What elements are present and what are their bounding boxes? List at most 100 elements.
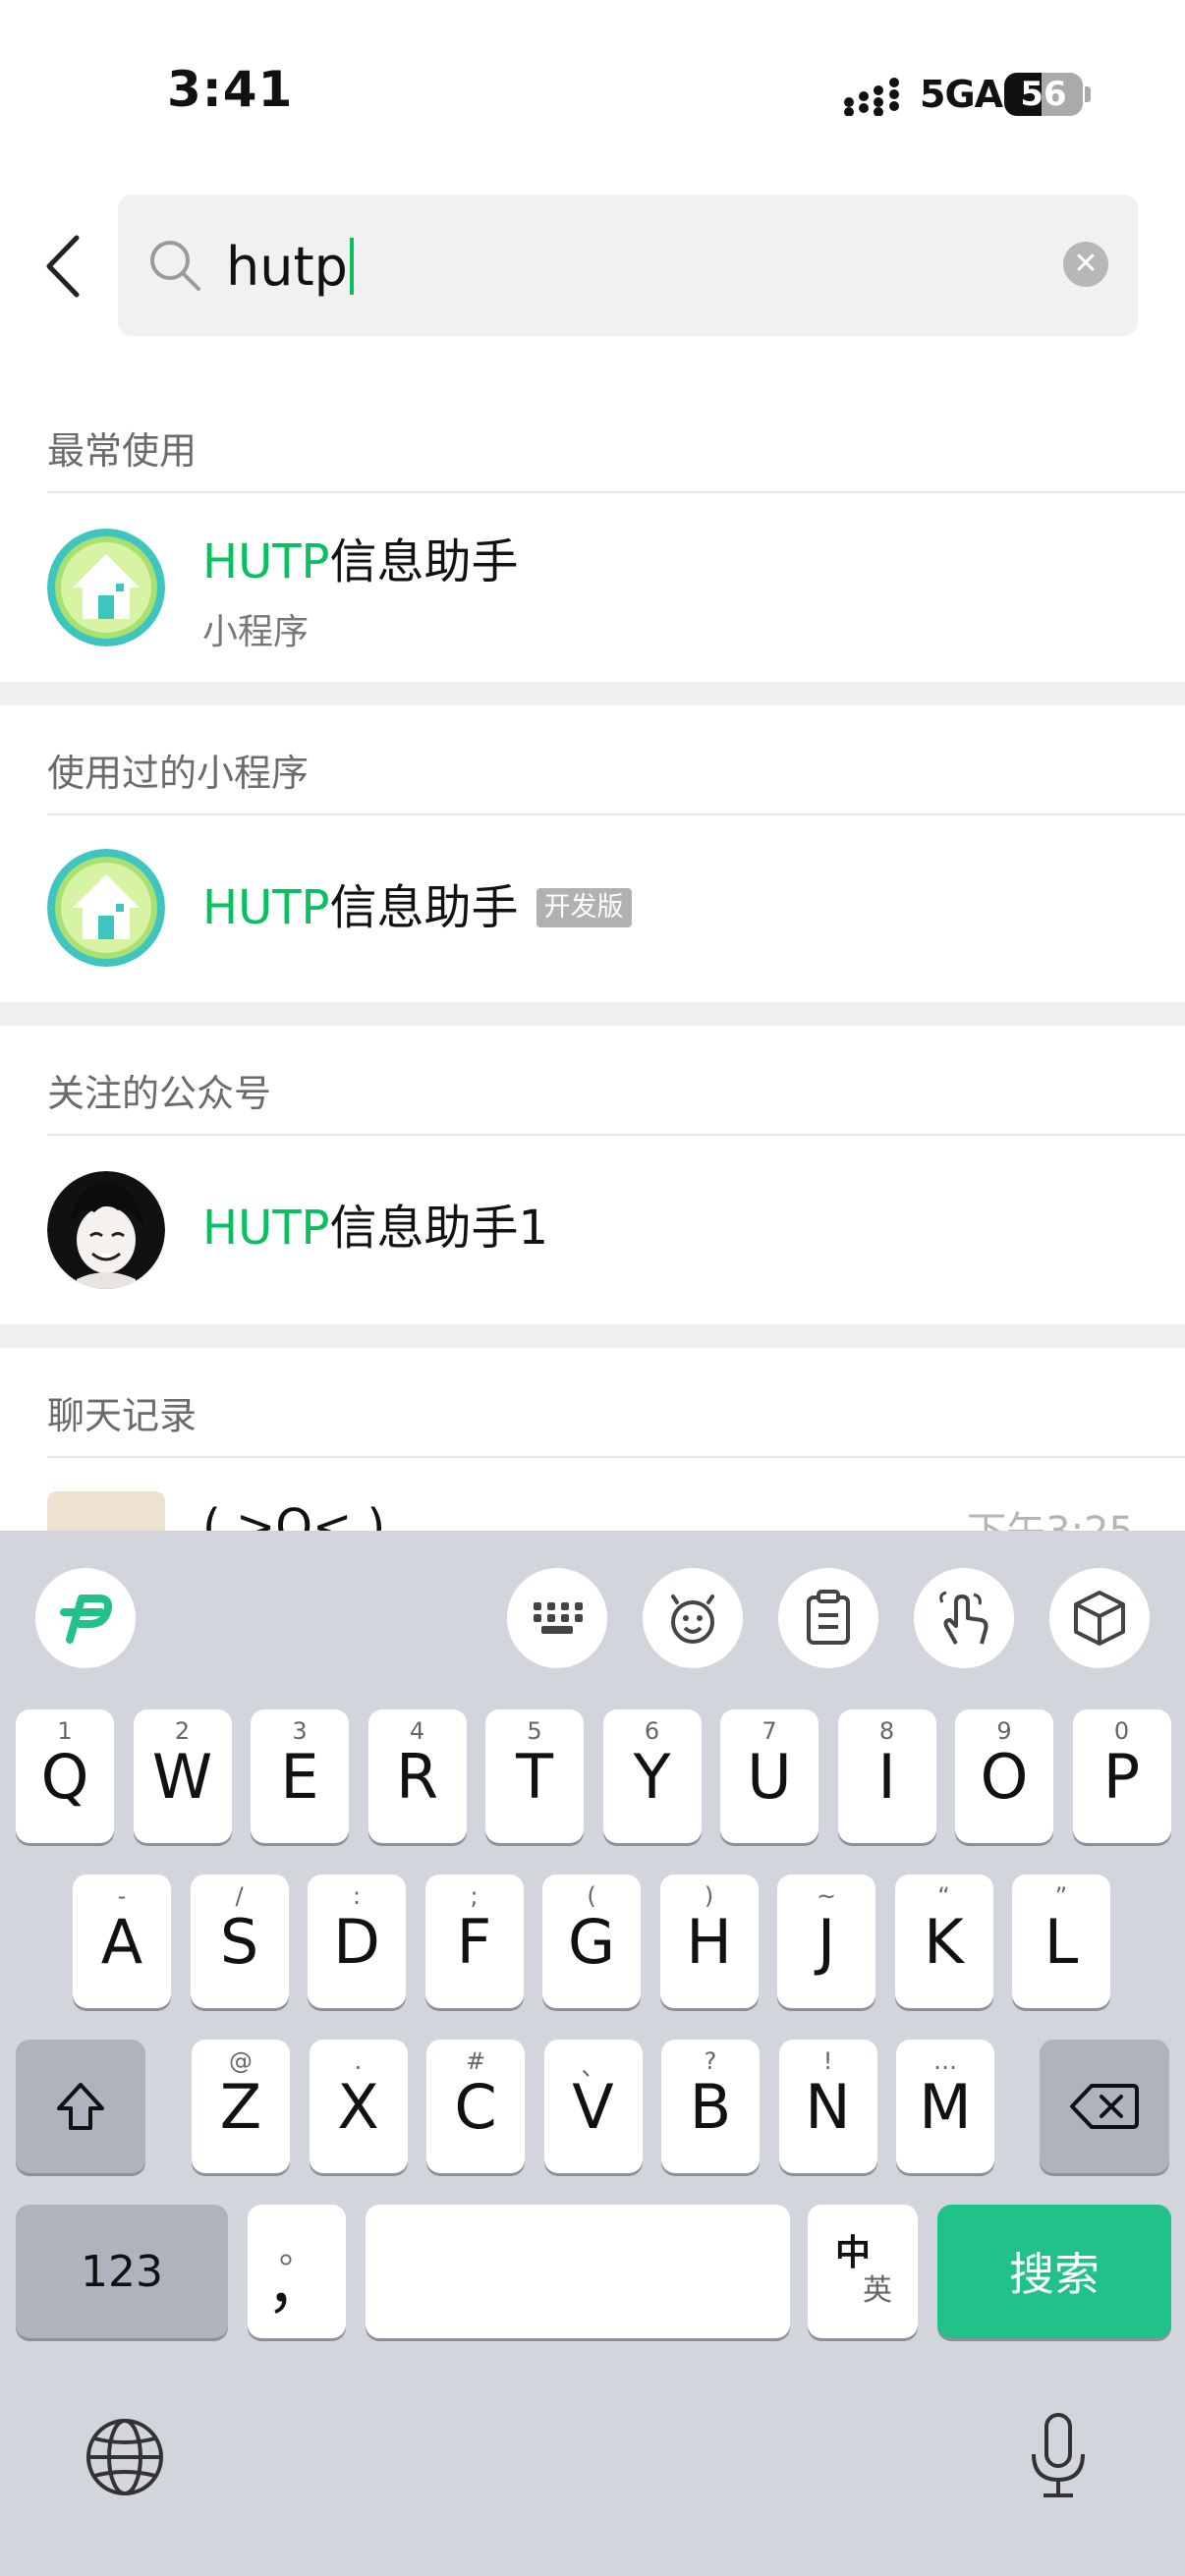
result-name: HUTP信息助手 开发版 bbox=[202, 878, 632, 937]
anime-avatar bbox=[47, 1171, 165, 1289]
numbers-key[interactable]: 123 bbox=[16, 2205, 228, 2338]
key-x[interactable]: .X bbox=[309, 2040, 408, 2173]
key-t[interactable]: 5T bbox=[485, 1709, 584, 1843]
name-rest: 信息助手1 bbox=[329, 1201, 549, 1256]
key-j[interactable]: ~ J bbox=[777, 1875, 875, 2008]
space-key[interactable] bbox=[366, 2205, 790, 2338]
key-label: J bbox=[817, 1905, 836, 1978]
key-sub-label: 、 bbox=[581, 2053, 605, 2081]
key-label: Q bbox=[40, 1740, 89, 1813]
result-miniprogram-hutp[interactable]: HUTP信息助手 开发版 bbox=[0, 815, 1185, 1000]
key-d[interactable]: :D bbox=[308, 1875, 406, 2008]
key-u[interactable]: 7U bbox=[720, 1709, 818, 1843]
microphone-icon[interactable] bbox=[1028, 2411, 1089, 2501]
search-send-key[interactable]: 搜索 bbox=[937, 2205, 1171, 2338]
keyboard-icon[interactable] bbox=[507, 1568, 607, 1668]
chat-time: 下午3:25 bbox=[967, 1499, 1134, 1531]
key-label: W bbox=[151, 1740, 213, 1813]
key-b[interactable]: ? B bbox=[661, 2040, 760, 2173]
key-h[interactable]: ) H bbox=[659, 1875, 759, 2008]
key-sub-label: 4 bbox=[409, 1717, 425, 1745]
key-label: B bbox=[689, 2070, 732, 2143]
key-s[interactable]: / S bbox=[190, 1875, 289, 2008]
search-send-label: 搜索 bbox=[1009, 2248, 1100, 2301]
clear-x-icon[interactable]: ✕ bbox=[1063, 242, 1108, 287]
key-label: O bbox=[980, 1740, 1029, 1813]
key-sub-label: # bbox=[465, 2047, 486, 2075]
key-y[interactable]: 6Y bbox=[602, 1709, 702, 1843]
key-e[interactable]: 3E bbox=[251, 1709, 349, 1843]
key-sub-label: 0 bbox=[1113, 1717, 1130, 1745]
key-i[interactable]: 8I bbox=[837, 1709, 936, 1843]
key-n[interactable]: ! N bbox=[778, 2040, 877, 2173]
key-sub-label: ) bbox=[704, 1882, 714, 1910]
chat-name: (.>Q<.) bbox=[202, 1499, 386, 1531]
dev-version-tag: 开发版 bbox=[536, 888, 632, 927]
key-sub-label: ” bbox=[1054, 1882, 1068, 1910]
key-label: I bbox=[877, 1740, 896, 1813]
key-l[interactable]: ” L bbox=[1012, 1875, 1110, 2008]
cube-icon[interactable] bbox=[1049, 1568, 1150, 1668]
key-label: Y bbox=[633, 1740, 671, 1813]
key-label: M bbox=[919, 2070, 972, 2143]
section-title-used-miniprograms: 使用过的小程序 bbox=[47, 752, 310, 795]
key-label: K bbox=[924, 1905, 964, 1978]
key-sub-label: 6 bbox=[644, 1717, 660, 1745]
key-sub-label: “ bbox=[937, 1882, 950, 1910]
key-g[interactable]: (G bbox=[542, 1875, 641, 2008]
key-sub-label: : bbox=[352, 1882, 362, 1910]
result-subtitle: 小程序 bbox=[202, 612, 310, 652]
result-chat-record[interactable]: (.>Q<.) 下午3:25 bbox=[0, 1458, 1185, 1531]
house-mini-program-icon bbox=[47, 529, 165, 646]
key-label: U bbox=[747, 1740, 792, 1813]
section-gap bbox=[0, 1002, 1185, 1026]
key-label: D bbox=[333, 1905, 380, 1978]
chevron-left-icon[interactable] bbox=[43, 232, 83, 301]
key-label: T bbox=[516, 1740, 553, 1813]
key-sub-label: 7 bbox=[762, 1717, 777, 1745]
key-p[interactable]: 0P bbox=[1072, 1709, 1171, 1843]
gesture-icon[interactable] bbox=[914, 1568, 1014, 1668]
status-time: 3:41 bbox=[167, 61, 294, 118]
key-sub-label: ! bbox=[822, 2047, 833, 2075]
key-z[interactable]: @ Z bbox=[192, 2040, 290, 2173]
key-o[interactable]: 9O bbox=[955, 1709, 1053, 1843]
key-label: R bbox=[395, 1740, 439, 1813]
clipboard-icon[interactable] bbox=[778, 1568, 878, 1668]
comma-key[interactable]: 。， bbox=[248, 2205, 346, 2338]
key-sub-label: 3 bbox=[292, 1717, 308, 1745]
globe-icon[interactable] bbox=[85, 2417, 165, 2497]
logo-icon[interactable] bbox=[35, 1568, 136, 1668]
key-label: A bbox=[100, 1905, 143, 1978]
lang-primary: 中 bbox=[834, 2233, 871, 2273]
name-rest: 信息助手 bbox=[329, 534, 519, 589]
key-sub-label: . bbox=[354, 2047, 363, 2075]
numbers-key-label: 123 bbox=[81, 2246, 163, 2297]
key-r[interactable]: 4R bbox=[367, 1709, 467, 1843]
key-sub-label: 8 bbox=[878, 1717, 895, 1745]
emoji-icon[interactable] bbox=[643, 1568, 743, 1668]
key-a[interactable]: -A bbox=[73, 1875, 171, 2008]
key-label: F bbox=[456, 1905, 492, 1978]
result-account-hutp[interactable]: HUTP信息助手1 bbox=[0, 1136, 1185, 1322]
house-mini-program-icon bbox=[47, 849, 165, 967]
key-label: L bbox=[1044, 1905, 1079, 1978]
result-frequent-hutp[interactable]: HUTP信息助手 小程序 bbox=[0, 493, 1185, 680]
backspace-key[interactable] bbox=[1040, 2040, 1169, 2173]
key-k[interactable]: “K bbox=[894, 1875, 993, 2008]
key-w[interactable]: 2W bbox=[133, 1709, 232, 1843]
key-v[interactable]: 、 V bbox=[543, 2040, 643, 2173]
key-c[interactable]: # C bbox=[426, 2040, 525, 2173]
shift-key[interactable] bbox=[16, 2040, 145, 2173]
search-input[interactable]: hutp bbox=[226, 238, 354, 297]
key-m[interactable]: … M bbox=[896, 2040, 994, 2173]
key-sub-label: 1 bbox=[57, 1717, 73, 1745]
lang-secondary: 英 bbox=[863, 2273, 892, 2308]
key-q[interactable]: 1Q bbox=[16, 1709, 114, 1843]
search-box[interactable]: hutp ✕ bbox=[118, 195, 1138, 336]
key-label: X bbox=[337, 2070, 379, 2143]
highlight-text: HUTP bbox=[202, 534, 330, 589]
key-label: N bbox=[805, 2070, 851, 2143]
language-switch-key[interactable]: 中 英 bbox=[808, 2205, 918, 2338]
key-f[interactable]: ; F bbox=[424, 1875, 524, 2008]
